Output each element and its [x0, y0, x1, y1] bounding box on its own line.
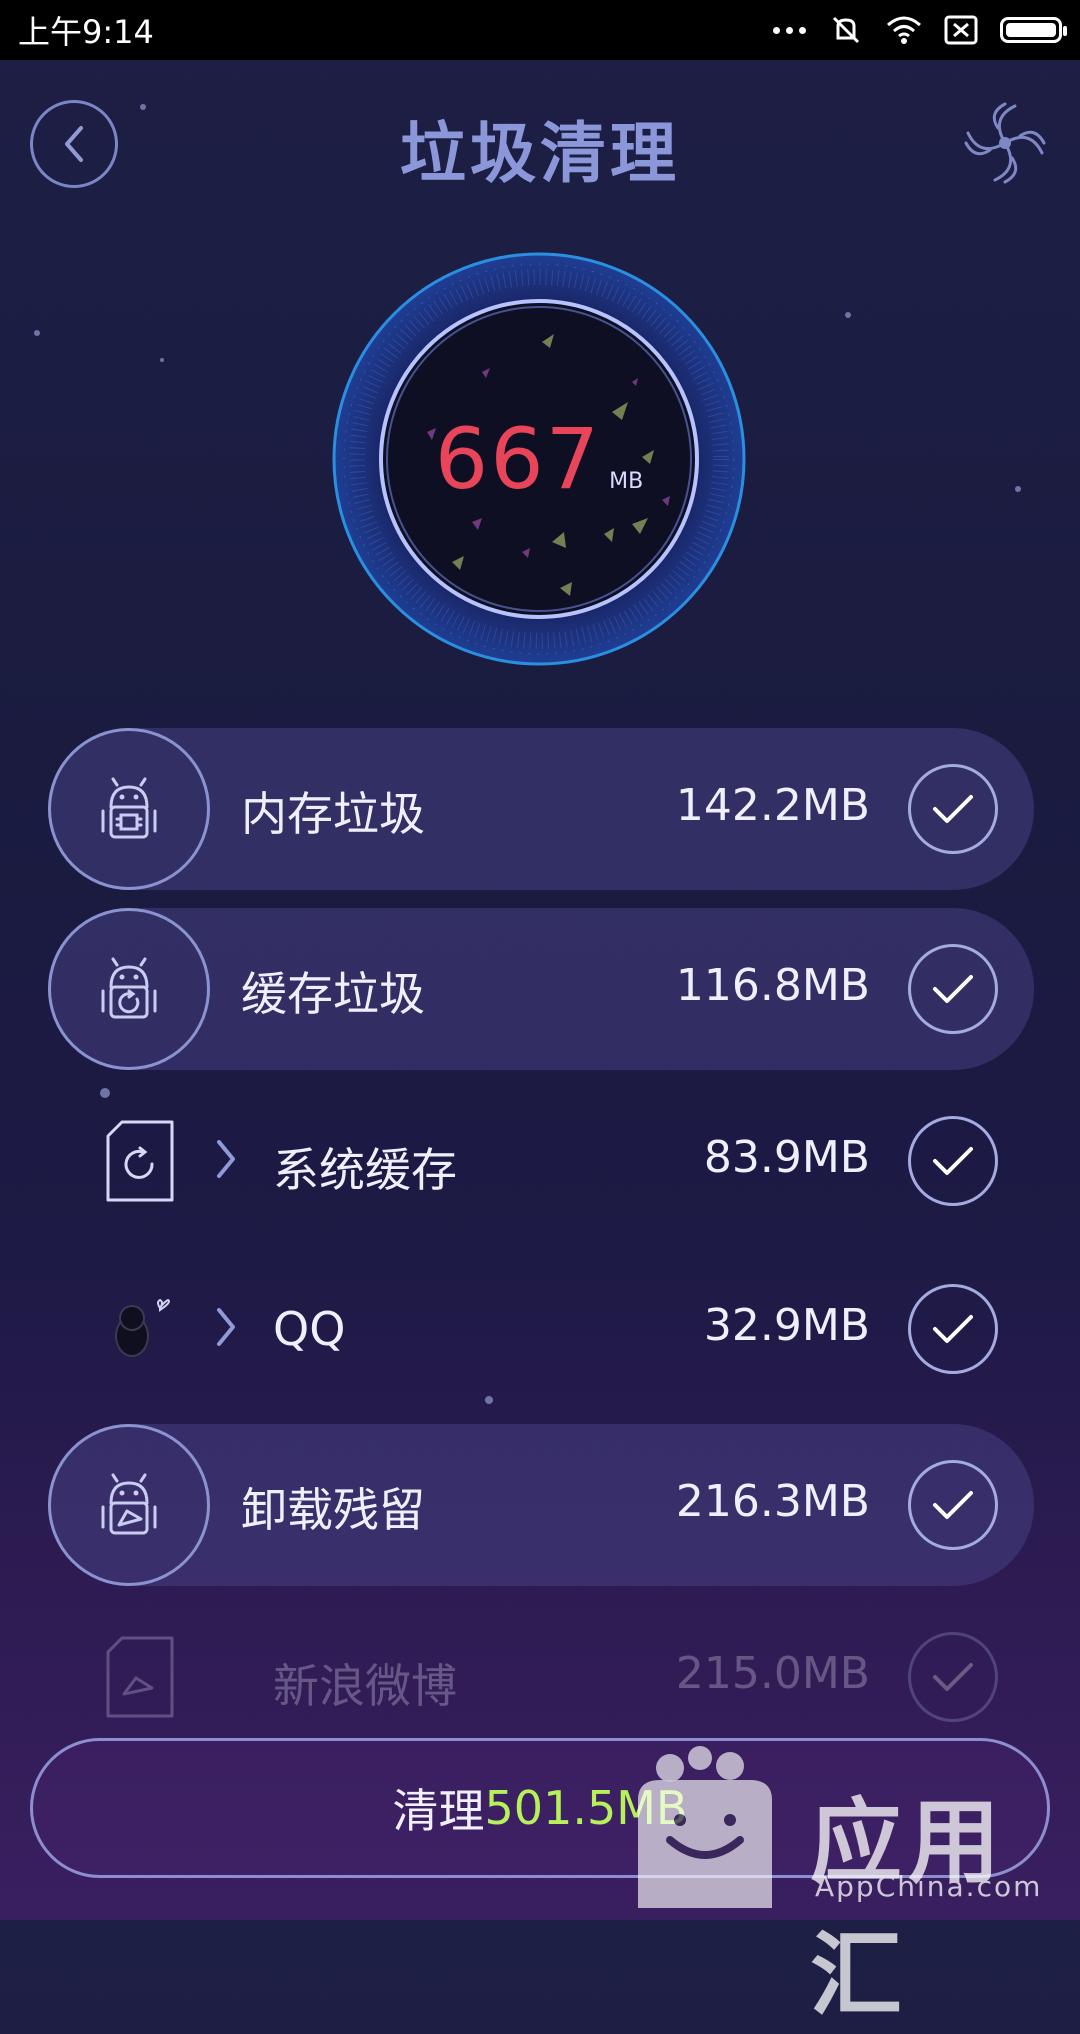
category-label: 卸载残留 [241, 1483, 425, 1537]
sub-row-checkbox[interactable] [908, 1632, 998, 1722]
category-icon-circle [48, 1424, 210, 1586]
header: 垃圾清理 [0, 60, 1080, 230]
clean-button-label: 清理 [392, 1784, 485, 1838]
category-label: 缓存垃圾 [241, 967, 425, 1021]
junk-total-value: 667 [434, 410, 602, 508]
sub-row-size: 32.9MB [703, 1300, 870, 1351]
star-decoration [160, 358, 164, 362]
sub-row-label: QQ [273, 1302, 346, 1356]
no-sim-icon [944, 15, 978, 45]
android-package-icon [101, 1473, 157, 1535]
star-decoration [1015, 486, 1021, 492]
sub-row-system-cache[interactable]: 系统缓存 83.9MB [48, 1080, 1034, 1242]
chevron-right-icon[interactable] [213, 1306, 239, 1348]
category-size: 216.3MB [675, 1476, 870, 1527]
battery-icon [1000, 17, 1067, 43]
fan-icon[interactable] [960, 98, 1050, 188]
junk-gauge: 667 MB [332, 252, 746, 666]
category-icon-circle [48, 908, 210, 1070]
category-size: 142.2MB [675, 780, 870, 831]
status-icons [773, 12, 1067, 48]
android-refresh-icon [101, 957, 157, 1019]
appchina-logo-icon [638, 1746, 772, 1908]
category-checkbox[interactable] [908, 1460, 998, 1550]
sub-row-weibo[interactable]: 新浪微博 215.0MB [48, 1596, 1034, 1758]
star-decoration [845, 312, 851, 318]
checkmark-icon [933, 1315, 973, 1343]
category-icon-circle [48, 728, 210, 890]
appchina-watermark: 应用汇 AppChina.com [630, 1740, 1080, 2029]
page-title: 垃圾清理 [400, 115, 680, 192]
status-bar: 上午9:14 [0, 0, 1080, 60]
sub-row-qq[interactable]: QQ 32.9MB [48, 1248, 1034, 1410]
category-label: 内存垃圾 [241, 787, 425, 841]
sub-row-size: 215.0MB [675, 1648, 870, 1699]
category-size: 116.8MB [675, 960, 870, 1011]
sub-row-checkbox[interactable] [908, 1284, 998, 1374]
android-chip-icon [101, 777, 157, 839]
sub-row-checkbox[interactable] [908, 1116, 998, 1206]
junk-total: 667 MB [332, 410, 746, 508]
checkmark-icon [933, 975, 973, 1003]
vibrate-off-icon [832, 16, 860, 44]
status-time: 上午9:14 [18, 13, 154, 51]
category-row-memory[interactable]: 内存垃圾 142.2MB [48, 728, 1034, 890]
sub-row-label: 系统缓存 [273, 1143, 457, 1197]
file-refresh-icon [106, 1120, 174, 1202]
checkmark-icon [933, 1491, 973, 1519]
category-row-cache[interactable]: 缓存垃圾 116.8MB [48, 908, 1034, 1070]
sub-row-label: 新浪微博 [273, 1659, 457, 1713]
checkmark-icon [933, 1663, 973, 1691]
more-dots-icon [773, 26, 806, 34]
checkmark-icon [933, 1147, 973, 1175]
star-decoration [140, 104, 146, 110]
junk-total-unit: MB [609, 469, 644, 494]
category-checkbox[interactable] [908, 764, 998, 854]
sub-row-size: 83.9MB [703, 1132, 870, 1183]
watermark-subtitle: AppChina.com [815, 1870, 1043, 1903]
checkmark-icon [933, 795, 973, 823]
wifi-icon [887, 16, 921, 44]
chevron-right-icon[interactable] [213, 1138, 239, 1180]
star-decoration [34, 330, 40, 336]
category-row-uninstall-residue[interactable]: 卸载残留 216.3MB [48, 1424, 1034, 1586]
category-checkbox[interactable] [908, 944, 998, 1034]
file-icon [106, 1636, 174, 1718]
qq-penguin-icon [115, 1298, 170, 1357]
